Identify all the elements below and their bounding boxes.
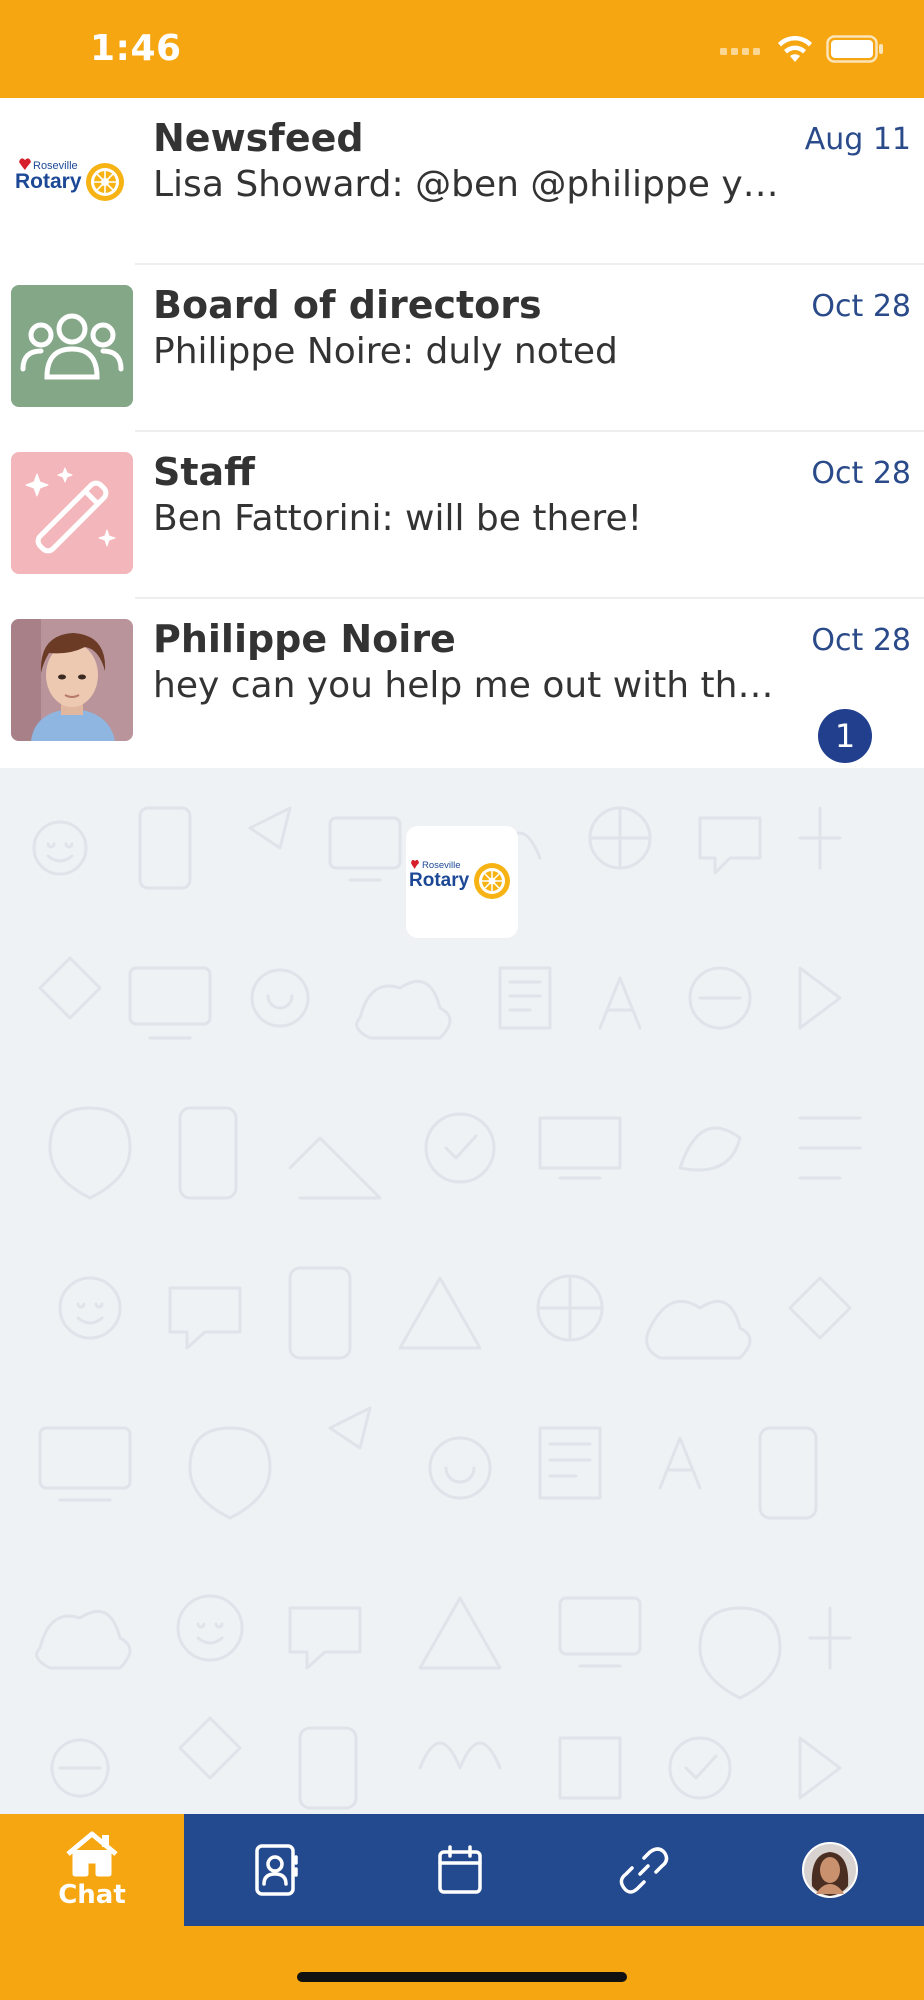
chat-date: Oct 28 xyxy=(811,456,911,491)
status-icons xyxy=(720,34,884,64)
logo-main-text: Rotary xyxy=(409,870,470,891)
battery-icon xyxy=(826,35,883,63)
svg-text:Rotary: Rotary xyxy=(15,170,82,193)
tab-links[interactable] xyxy=(552,1814,736,1926)
chat-preview: hey can you help me out with the ... xyxy=(153,665,783,706)
center-rotary-logo: Roseville Rotary xyxy=(406,826,518,938)
bottom-tab-bar: Chat xyxy=(0,1814,924,1926)
tab-chat[interactable]: Chat xyxy=(0,1814,184,1926)
tab-calendar[interactable] xyxy=(368,1814,552,1926)
chat-date: Oct 28 xyxy=(811,289,911,324)
group-icon xyxy=(11,285,133,407)
home-indicator-area xyxy=(0,1926,924,2000)
chat-list: Roseville Rotary Newsfeed Lisa Showard: … xyxy=(0,98,924,768)
status-bar: 1:46 xyxy=(0,0,924,98)
home-icon xyxy=(66,1831,118,1877)
signal-icon xyxy=(720,48,760,55)
wifi-icon xyxy=(778,35,812,62)
home-indicator xyxy=(297,1972,627,1982)
chat-date: Oct 28 xyxy=(811,623,911,658)
status-time: 1:46 xyxy=(90,28,182,69)
chat-row-newsfeed[interactable]: Roseville Rotary Newsfeed Lisa Showard: … xyxy=(0,98,924,265)
chat-title: Board of directors xyxy=(153,283,542,327)
tab-label: Chat xyxy=(58,1880,126,1910)
calendar-icon xyxy=(438,1845,482,1894)
chat-date: Aug 11 xyxy=(804,122,911,157)
tab-contacts[interactable] xyxy=(184,1814,368,1926)
tab-profile[interactable] xyxy=(736,1814,924,1926)
magic-wand-icon xyxy=(11,452,133,574)
chat-title: Staff xyxy=(153,450,255,494)
chat-row-board[interactable]: Board of directors Philippe Noire: duly … xyxy=(0,265,924,432)
chat-row-staff[interactable]: Staff Ben Fattorini: will be there! Oct … xyxy=(0,432,924,599)
rotary-logo: Roseville Rotary xyxy=(11,118,133,240)
chat-preview: Philippe Noire: duly noted xyxy=(153,331,618,372)
unread-badge: 1 xyxy=(818,709,872,763)
chat-row-philippe[interactable]: Philippe Noire hey can you help me out w… xyxy=(0,599,924,766)
chat-preview: Ben Fattorini: will be there! xyxy=(153,498,643,539)
link-icon xyxy=(619,1847,669,1894)
chat-preview: Lisa Showard: @ben @philippe you... xyxy=(153,164,783,205)
profile-avatar xyxy=(802,1842,858,1898)
contacts-icon xyxy=(255,1844,298,1896)
person-photo xyxy=(11,619,133,741)
chat-title: Newsfeed xyxy=(153,116,364,160)
chat-title: Philippe Noire xyxy=(153,617,456,661)
